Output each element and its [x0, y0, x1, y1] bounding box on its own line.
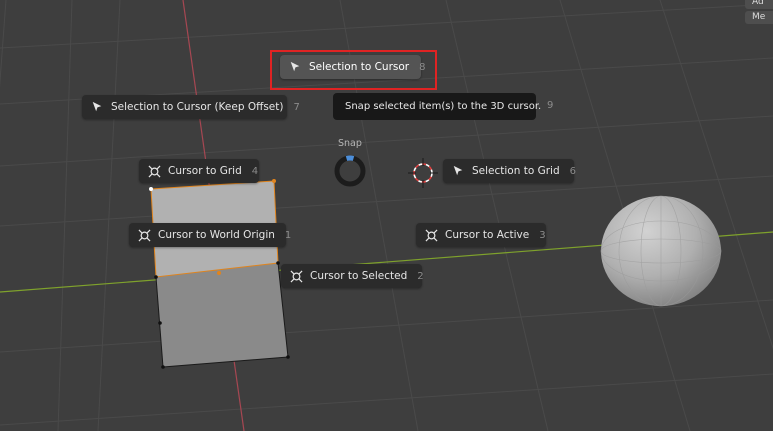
- pie-item-number: 6: [569, 165, 577, 177]
- cursor-snap-icon: [137, 228, 151, 242]
- cursor-snap-icon: [289, 269, 303, 283]
- pie-item-number: 3: [539, 229, 546, 241]
- sphere-object: [600, 195, 722, 307]
- pie-menu-title: Snap: [338, 138, 362, 149]
- tooltip-number: 9: [547, 100, 554, 111]
- pie-item-selection-to-grid[interactable]: Selection to Grid 6: [443, 159, 577, 183]
- header-button-second[interactable]: Me: [745, 11, 773, 24]
- pie-item-label: Cursor to Active: [445, 229, 530, 241]
- pie-item-cursor-to-selected[interactable]: Cursor to Selected 2: [281, 264, 424, 288]
- pie-item-cursor-to-grid[interactable]: Cursor to Grid 4: [139, 159, 259, 183]
- pie-item-label: Selection to Grid: [472, 165, 560, 177]
- pie-item-label: Cursor to World Origin: [158, 229, 275, 241]
- cursor-arrow-icon: [90, 100, 104, 114]
- pie-item-label: Cursor to Grid: [168, 165, 242, 177]
- 3d-viewport[interactable]: Ad Me Snap Selection to Cursor 8 Selecti…: [0, 0, 773, 431]
- cube-object: [149, 179, 290, 369]
- highlight-box: [270, 50, 437, 90]
- tooltip-text: Snap selected item(s) to the 3D cursor.: [345, 101, 542, 112]
- pie-item-number: 7: [293, 101, 300, 113]
- pie-item-cursor-to-active[interactable]: Cursor to Active 3: [416, 223, 546, 247]
- pie-item-number: 2: [417, 270, 424, 282]
- cursor-snap-icon: [424, 228, 438, 242]
- pie-item-number: 1: [284, 229, 292, 241]
- cursor-arrow-icon: [451, 164, 465, 178]
- pie-item-label: Cursor to Selected: [310, 270, 408, 282]
- tooltip: Snap selected item(s) to the 3D cursor.: [333, 93, 541, 120]
- pie-item-label: Selection to Cursor (Keep Offset): [111, 101, 284, 113]
- pie-item-cursor-to-world-origin[interactable]: Cursor to World Origin 1: [129, 223, 291, 247]
- header-button-top[interactable]: Ad: [745, 0, 773, 9]
- pie-item-selection-to-cursor-keep-offset[interactable]: Selection to Cursor (Keep Offset) 7: [82, 95, 300, 119]
- pie-direction-ring: [334, 155, 366, 187]
- 3d-cursor-icon: [408, 158, 438, 188]
- cursor-snap-icon: [147, 164, 161, 178]
- pie-item-number: 4: [251, 165, 259, 177]
